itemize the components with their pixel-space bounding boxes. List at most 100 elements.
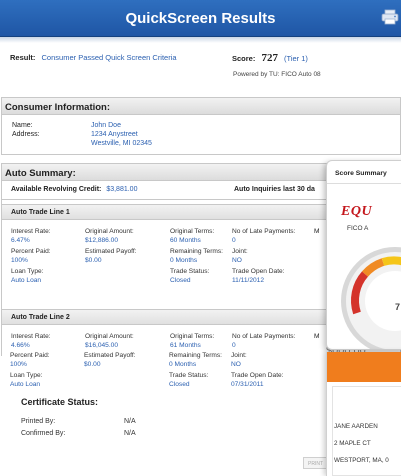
trade-line-1-open-date: Trade Open Date: 11/11/2012 bbox=[232, 268, 285, 285]
joint-value: NO bbox=[231, 360, 241, 368]
trade-line-2-interest: Interest Rate: 4.66% bbox=[11, 333, 51, 350]
printer-icon[interactable] bbox=[381, 9, 399, 25]
trade-line-2-joint: Joint: NO bbox=[231, 352, 247, 369]
gauge-score-value: 7 bbox=[395, 302, 401, 312]
auto-inquiries-label: Auto Inquiries last 30 da bbox=[234, 186, 315, 193]
joint-value: NO bbox=[232, 256, 242, 264]
printed-by-label: Printed By: bbox=[21, 418, 56, 425]
late-payments-value: 0 bbox=[232, 341, 236, 349]
result-line: Result: Consumer Passed Quick Screen Cri… bbox=[10, 53, 177, 62]
original-amount-label: Original Amount: bbox=[85, 333, 134, 340]
trade-line-1-joint: Joint: NO bbox=[232, 248, 248, 265]
estimated-payoff-value: $0.00 bbox=[85, 256, 102, 264]
percent-paid-value: 100% bbox=[11, 256, 28, 264]
trade-line-2-loan-type: Loan Type: Auto Loan bbox=[10, 372, 43, 389]
trade-line-1-percent-paid: Percent Paid: 100% bbox=[11, 248, 51, 265]
address-line-2: Westville, MI 02345 bbox=[91, 140, 152, 147]
percent-paid-label: Percent Paid: bbox=[10, 352, 50, 359]
confirmed-by-value: N/A bbox=[124, 430, 136, 437]
available-credit-label: Available Revolving Credit: bbox=[11, 186, 102, 193]
joint-label: Joint: bbox=[232, 248, 248, 255]
trade-line-1-late-payments: No of Late Payments: 0 bbox=[232, 228, 295, 245]
trade-line-2-remaining-terms: Remaining Terms: 0 Months bbox=[169, 352, 222, 369]
trade-open-date-label: Trade Open Date: bbox=[231, 372, 284, 379]
trade-line-1-remaining-terms: Remaining Terms: 0 Months bbox=[170, 248, 223, 265]
trade-status-label: Trade Status: bbox=[170, 268, 210, 275]
original-terms-label: Original Terms: bbox=[170, 333, 215, 340]
trade-line-2-trade-status: Trade Status: Closed bbox=[169, 372, 208, 389]
score-gauge-icon bbox=[341, 247, 401, 349]
interest-rate-label: Interest Rate: bbox=[11, 228, 51, 235]
trade-status-label: Trade Status: bbox=[169, 372, 209, 379]
card-city: WESTPORT, MA, 0 bbox=[334, 457, 389, 464]
loan-type-label: Loan Type: bbox=[10, 372, 43, 379]
score-summary-title: Score Summary bbox=[335, 170, 387, 177]
interest-rate-label: Interest Rate: bbox=[11, 333, 51, 340]
loan-type-value: Auto Loan bbox=[10, 380, 41, 388]
joint-label: Joint: bbox=[231, 352, 247, 359]
original-amount-label: Original Amount: bbox=[85, 228, 134, 235]
available-credit-value: $3,881.00 bbox=[106, 186, 138, 193]
trade-line-1-original-amount: Original Amount: $12,886.00 bbox=[85, 228, 134, 245]
interest-rate-value: 6.47% bbox=[11, 236, 30, 244]
powered-by: Powered by TU: FICO Auto 08 bbox=[233, 71, 321, 78]
certificate-status-heading: Certificate Status: bbox=[21, 397, 99, 407]
remaining-terms-value: 0 Months bbox=[170, 256, 198, 264]
score-summary-popup: Score Summary EQU FICO A 7 bbox=[326, 160, 401, 350]
confirmed-by-label: Confirmed By: bbox=[21, 430, 66, 437]
bureau-logo: EQU bbox=[341, 204, 373, 219]
trade-status-value: Closed bbox=[169, 380, 190, 388]
address-line-1: 1234 Anystreet bbox=[91, 131, 138, 138]
late-payments-label: No of Late Payments: bbox=[232, 228, 296, 235]
trade-open-date-value: 11/11/2012 bbox=[232, 276, 265, 284]
trade-line-2-open-date: Trade Open Date: 07/31/2011 bbox=[231, 372, 284, 389]
trade-line-2-estimated-payoff: Estimated Payoff: $0.00 bbox=[84, 352, 136, 369]
trade-line-1-estimated-payoff: Estimated Payoff: $0.00 bbox=[85, 248, 137, 265]
page-title: QuickScreen Results bbox=[125, 10, 276, 27]
loan-type-label: Loan Type: bbox=[11, 268, 44, 275]
original-terms-value: 60 Months bbox=[170, 236, 201, 244]
name-label: Name: bbox=[12, 122, 33, 129]
address-label: Address: bbox=[12, 131, 40, 138]
trade-status-value: Closed bbox=[170, 276, 191, 284]
trade-line-1-extra: M bbox=[314, 228, 320, 235]
trade-line-2-extra: M bbox=[314, 333, 320, 340]
trade-line-1-original-terms: Original Terms: 60 Months bbox=[170, 228, 214, 245]
printed-by-value: N/A bbox=[124, 418, 136, 425]
score-line: Score: 727 (Tier 1) bbox=[232, 52, 308, 64]
trade-line-2-late-payments: No of Late Payments: 0 bbox=[232, 333, 295, 350]
trade-line-1-trade-status: Trade Status: Closed bbox=[170, 268, 209, 285]
trade-open-date-value: 07/31/2011 bbox=[231, 380, 264, 388]
score-label: Score: bbox=[232, 54, 256, 63]
result-value: Consumer Passed Quick Screen Criteria bbox=[41, 53, 177, 62]
remaining-terms-label: Remaining Terms: bbox=[169, 352, 223, 359]
percent-paid-label: Percent Paid: bbox=[11, 248, 51, 255]
estimated-payoff-label: Estimated Payoff: bbox=[85, 248, 137, 255]
card-header-bar bbox=[327, 352, 401, 382]
consumer-info-section: Consumer Information: Name: John Doe Add… bbox=[1, 97, 401, 155]
score-value: 727 bbox=[261, 52, 278, 64]
trade-open-date-label: Trade Open Date: bbox=[232, 268, 285, 275]
trade-line-2-original-amount: Original Amount: $16,045.00 bbox=[85, 333, 134, 350]
consumer-info-heading: Consumer Information: bbox=[2, 98, 400, 115]
trade-line-1-interest: Interest Rate: 6.47% bbox=[11, 228, 51, 245]
trade-line-2-percent-paid: Percent Paid: 100% bbox=[10, 352, 50, 369]
card-name: JANE AARDEN bbox=[334, 423, 378, 430]
loan-type-value: Auto Loan bbox=[11, 276, 42, 284]
card-street: 2 MAPLE CT bbox=[334, 440, 371, 447]
original-terms-value: 61 Months bbox=[170, 341, 201, 349]
late-payments-value: 0 bbox=[232, 236, 236, 244]
original-terms-label: Original Terms: bbox=[170, 228, 215, 235]
estimated-payoff-label: Estimated Payoff: bbox=[84, 352, 136, 359]
remaining-terms-label: Remaining Terms: bbox=[170, 248, 224, 255]
header-shadow bbox=[0, 37, 401, 43]
results-header: QuickScreen Results bbox=[0, 0, 401, 37]
score-tier: (Tier 1) bbox=[284, 54, 308, 63]
interest-rate-value: 4.66% bbox=[11, 341, 30, 349]
result-label: Result: bbox=[10, 53, 36, 62]
address-card: JANE AARDEN 2 MAPLE CT WESTPORT, MA, 0 bbox=[326, 352, 401, 476]
trade-line-1-loan-type: Loan Type: Auto Loan bbox=[11, 268, 44, 285]
estimated-payoff-value: $0.00 bbox=[84, 360, 101, 368]
percent-paid-value: 100% bbox=[10, 360, 27, 368]
trade-line-2-original-terms: Original Terms: 61 Months bbox=[170, 333, 214, 350]
